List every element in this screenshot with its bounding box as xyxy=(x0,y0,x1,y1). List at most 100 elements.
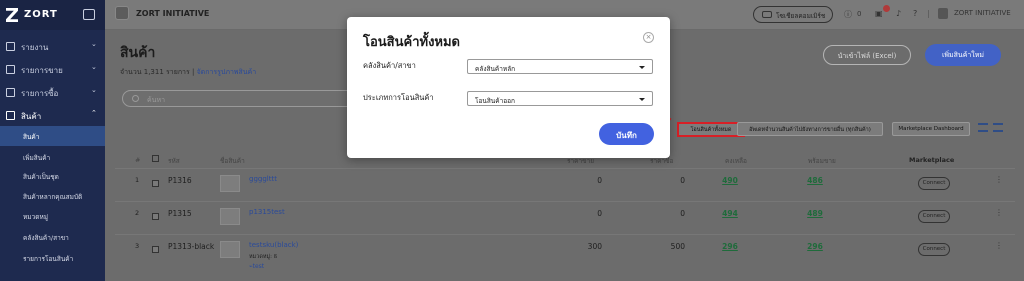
row-number: 1 xyxy=(135,176,140,184)
row-remaining[interactable]: 296 xyxy=(715,242,745,251)
sidebar-item-reports[interactable]: รายงาน ⌄ xyxy=(0,37,105,57)
row-checkbox[interactable] xyxy=(152,246,159,253)
menu-toggle-icon[interactable] xyxy=(83,9,95,20)
transfer-all-button[interactable]: โอนสินค้าทั้งหมด xyxy=(677,122,745,137)
search-icon xyxy=(132,95,139,102)
warehouse-value: คลังสินค้าหลัก xyxy=(475,65,516,73)
more-options-icon[interactable]: ⋮ xyxy=(995,241,1003,250)
sidebar-sub-variants[interactable]: สินค้าหลากคุณสมบัติ xyxy=(0,186,105,206)
row-tag-label: test xyxy=(252,263,265,270)
sidebar-sub-bundles[interactable]: สินค้าเป็นชุด xyxy=(0,166,105,186)
row-category: หมวดหมู่: ß xyxy=(249,254,278,260)
page-subtitle: จำนวน 1,311 รายการ | จัดการรูปภาพสินค้า xyxy=(120,67,256,78)
import-excel-button[interactable]: นำเข้าไฟล์ (Excel) xyxy=(823,45,911,65)
report-icon xyxy=(6,42,15,51)
list-view-icon[interactable] xyxy=(978,123,988,132)
zort-logo-icon xyxy=(6,8,18,22)
marketplace-dashboard-button[interactable]: Marketplace Dashboard xyxy=(892,122,970,136)
sidebar-item-purchases[interactable]: รายการซื้อ ⌄ xyxy=(0,83,105,103)
chevron-up-icon: ⌃ xyxy=(91,109,97,117)
row-checkbox[interactable] xyxy=(152,213,159,220)
sidebar-sub-products[interactable]: สินค้า xyxy=(0,126,105,146)
table-row[interactable]: 1 P1316 gggglttt 0 0 490 486 Connect ⋮ xyxy=(115,168,1015,201)
save-button[interactable]: บันทึก xyxy=(599,123,654,145)
search-input[interactable]: ค้นหา xyxy=(122,90,367,107)
transfer-all-modal: โอนสินค้าทั้งหมด × คลังสินค้า/สาขา คลังส… xyxy=(347,17,670,158)
credit-icon[interactable]: ⓘ xyxy=(844,9,852,20)
avatar[interactable] xyxy=(938,8,948,19)
row-product-name[interactable]: p1315test xyxy=(249,208,285,216)
row-number: 2 xyxy=(135,209,140,217)
row-sell-price: 0 xyxy=(597,209,602,218)
sidebar-sub-transfers[interactable]: รายการโอนสินค้า xyxy=(0,248,105,268)
user-name[interactable]: ZORT INITIATIVE xyxy=(954,9,1011,17)
notification-badge xyxy=(883,5,890,12)
sidebar-item-label: รายการขาย xyxy=(21,66,63,75)
table-row[interactable]: 3 P1313-black testsku(black) หมวดหมู่: ß… xyxy=(115,234,1015,281)
col-no: # xyxy=(135,156,141,164)
sidebar-sub-label: เพิ่มสินค้า xyxy=(23,154,51,162)
workspace-icon xyxy=(115,6,129,20)
row-product-name[interactable]: testsku(black) xyxy=(249,241,298,249)
connect-button[interactable]: Connect xyxy=(918,210,950,223)
row-product-name[interactable]: gggglttt xyxy=(249,175,277,183)
transfer-type-select[interactable]: โอนสินค้าออก xyxy=(467,91,653,106)
warehouse-select[interactable]: คลังสินค้าหลัก xyxy=(467,59,653,74)
sidebar-sub-add-product[interactable]: เพิ่มสินค้า xyxy=(0,147,105,167)
sidebar-item-label: รายการซื้อ xyxy=(21,89,59,98)
col-sku: รหัส xyxy=(168,157,180,165)
sidebar-sub-warehouses[interactable]: คลังสินค้า/สาขา xyxy=(0,227,105,247)
page-title: สินค้า xyxy=(120,45,156,61)
row-available[interactable]: 486 xyxy=(800,176,830,185)
gift-icon[interactable]: ▣ xyxy=(875,9,883,18)
close-icon[interactable]: × xyxy=(643,32,654,43)
row-available[interactable]: 489 xyxy=(800,209,830,218)
row-remaining[interactable]: 490 xyxy=(715,176,745,185)
row-remaining[interactable]: 494 xyxy=(715,209,745,218)
row-sku: P1315 xyxy=(168,209,192,218)
transfer-type-label: ประเภทการโอนสินค้า xyxy=(363,93,434,102)
sidebar-item-products[interactable]: สินค้า ⌃ xyxy=(0,106,105,126)
social-commerce-button[interactable]: โซเชียลคอมเมิร์ช xyxy=(753,6,833,23)
chevron-down-icon: ⌄ xyxy=(91,63,97,71)
sidebar-sub-label: สินค้าเป็นชุด xyxy=(23,173,59,181)
product-count: จำนวน 1,311 รายการ | xyxy=(120,68,197,76)
connect-button[interactable]: Connect xyxy=(918,177,950,190)
sidebar-sub-categories[interactable]: หมวดหมู่ xyxy=(0,206,105,226)
transfer-type-value: โอนสินค้าออก xyxy=(475,97,515,105)
sidebar-item-label: สินค้า xyxy=(21,112,42,121)
row-sell-price: 0 xyxy=(597,176,602,185)
product-image xyxy=(220,175,240,192)
sidebar-sub-label: สินค้าหลากคุณสมบัติ xyxy=(23,193,83,201)
sidebar-sub-label: สินค้า xyxy=(23,133,40,141)
product-image xyxy=(220,241,240,258)
row-number: 3 xyxy=(135,242,140,250)
chevron-down-icon xyxy=(639,98,645,101)
add-product-button[interactable]: เพิ่มสินค้าใหม่ xyxy=(925,44,1001,66)
row-buy-price: 500 xyxy=(670,242,685,251)
row-sku: P1313-black xyxy=(168,242,215,251)
row-available[interactable]: 296 xyxy=(800,242,830,251)
connect-button[interactable]: Connect xyxy=(918,243,950,256)
more-options-icon[interactable]: ⋮ xyxy=(995,175,1003,184)
bell-icon[interactable]: ♪ xyxy=(896,9,901,18)
col-marketplace: Marketplace xyxy=(909,156,955,164)
brand-name: ZORT xyxy=(24,9,58,20)
manage-images-link[interactable]: จัดการรูปภาพสินค้า xyxy=(197,68,257,76)
table-row[interactable]: 2 P1315 p1315test 0 0 494 489 Connect ⋮ xyxy=(115,201,1015,234)
sidebar-sub-label: รายการโอนสินค้า xyxy=(23,255,74,263)
row-checkbox[interactable] xyxy=(152,180,159,187)
sidebar-sub-label: หมวดหมู่ xyxy=(23,213,49,221)
grid-view-icon[interactable] xyxy=(993,123,1003,132)
sync-stock-button[interactable]: อัพเดทจำนวนสินค้าไปยังทางการขายอื่น (ทุก… xyxy=(737,122,883,136)
sidebar: ZORT รายงาน ⌄ รายการขาย ⌄ รายการซื้อ ⌄ ส… xyxy=(0,0,105,281)
row-sku: P1316 xyxy=(168,176,192,185)
social-commerce-label: โซเชียลคอมเมิร์ช xyxy=(776,12,826,20)
more-options-icon[interactable]: ⋮ xyxy=(995,208,1003,217)
chevron-down-icon: ⌄ xyxy=(91,86,97,94)
sidebar-item-sales[interactable]: รายการขาย ⌄ xyxy=(0,60,105,80)
col-available: พร้อมขาย xyxy=(808,157,836,165)
chat-icon xyxy=(762,11,772,18)
select-all-checkbox[interactable] xyxy=(152,155,159,162)
help-icon[interactable]: ? xyxy=(913,9,917,18)
